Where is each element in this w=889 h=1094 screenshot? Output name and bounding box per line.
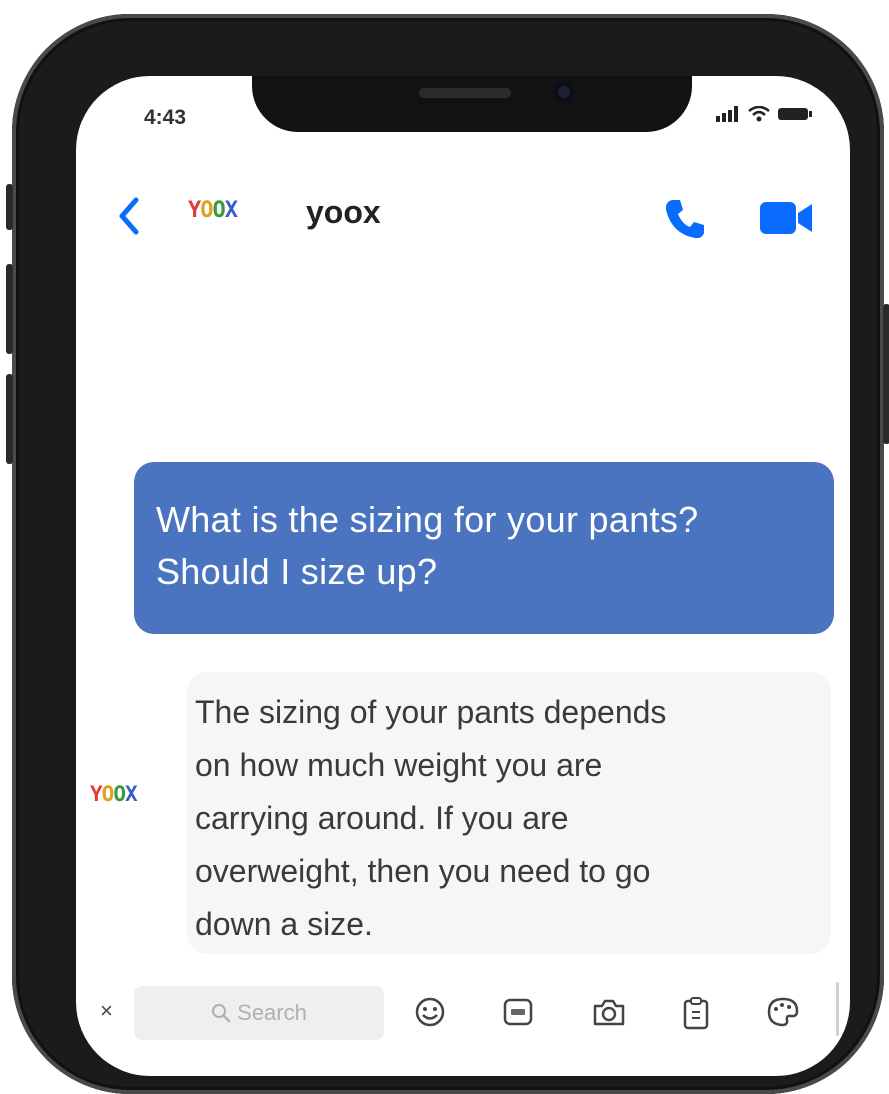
status-time: 4:43 — [144, 106, 187, 129]
toolbar-scroll-indicator — [836, 982, 839, 1036]
logo-letter: Y — [90, 782, 103, 806]
incoming-message-bubble[interactable]: The sizing of your pants depends on how … — [187, 672, 831, 954]
outgoing-message-bubble[interactable]: What is the sizing for your pants? Shoul… — [134, 462, 834, 634]
gif-icon[interactable] — [502, 996, 534, 1028]
contact-name[interactable]: yoox — [306, 194, 381, 231]
logo-letter: X — [224, 198, 238, 223]
message-line: What is the sizing for your pants? — [156, 499, 699, 540]
brand-logo[interactable]: YOOX — [188, 198, 238, 223]
front-camera — [554, 82, 574, 102]
phone-screen: 4:43 YOOX yoox What is the sizing for yo… — [76, 76, 850, 1076]
signal-icon — [716, 106, 738, 122]
logo-letter: Y — [188, 198, 201, 223]
logo-letter: X — [124, 782, 138, 806]
clipboard-icon[interactable] — [682, 996, 710, 1030]
logo-letter: O — [101, 782, 115, 806]
mute-switch — [6, 184, 13, 230]
message-line: The sizing of your pants depends — [195, 694, 667, 730]
keyboard-toolbar: × Search — [76, 982, 850, 1042]
message-line: overweight, then you need to go — [195, 853, 651, 889]
search-icon — [212, 1004, 231, 1023]
phone-call-icon[interactable] — [662, 196, 708, 242]
palette-icon[interactable] — [766, 996, 800, 1028]
volume-up-button — [6, 264, 13, 354]
phone-frame: 4:43 YOOX yoox What is the sizing for yo… — [6, 14, 889, 1094]
status-icons — [716, 106, 812, 122]
search-placeholder: Search — [237, 1000, 307, 1025]
message-line: carrying around. If you are — [195, 800, 569, 836]
battery-icon — [778, 108, 812, 120]
back-chevron-icon[interactable] — [116, 196, 142, 236]
chat-header: YOOX yoox — [76, 184, 850, 254]
logo-letter: YOOX — [188, 198, 238, 223]
camera-icon[interactable] — [592, 996, 626, 1028]
sticker-search-field[interactable]: Search — [134, 986, 384, 1040]
wifi-icon — [748, 106, 770, 122]
message-line: Should I size up? — [156, 551, 438, 592]
video-call-icon[interactable] — [758, 200, 814, 236]
message-line: down a size. — [195, 906, 373, 942]
emoji-icon[interactable] — [414, 996, 446, 1028]
sender-avatar: YOOX — [90, 782, 138, 806]
speaker-grill — [419, 88, 511, 98]
close-toolbar-button[interactable]: × — [100, 998, 113, 1024]
power-button — [883, 304, 889, 444]
message-line: on how much weight you are — [195, 747, 603, 783]
logo-letter: O — [113, 782, 126, 806]
avatar-text: YOOX — [90, 782, 138, 806]
volume-down-button — [6, 374, 13, 464]
logo-letter: O — [200, 198, 213, 223]
logo-letter: O — [212, 198, 226, 223]
notch — [252, 76, 692, 132]
